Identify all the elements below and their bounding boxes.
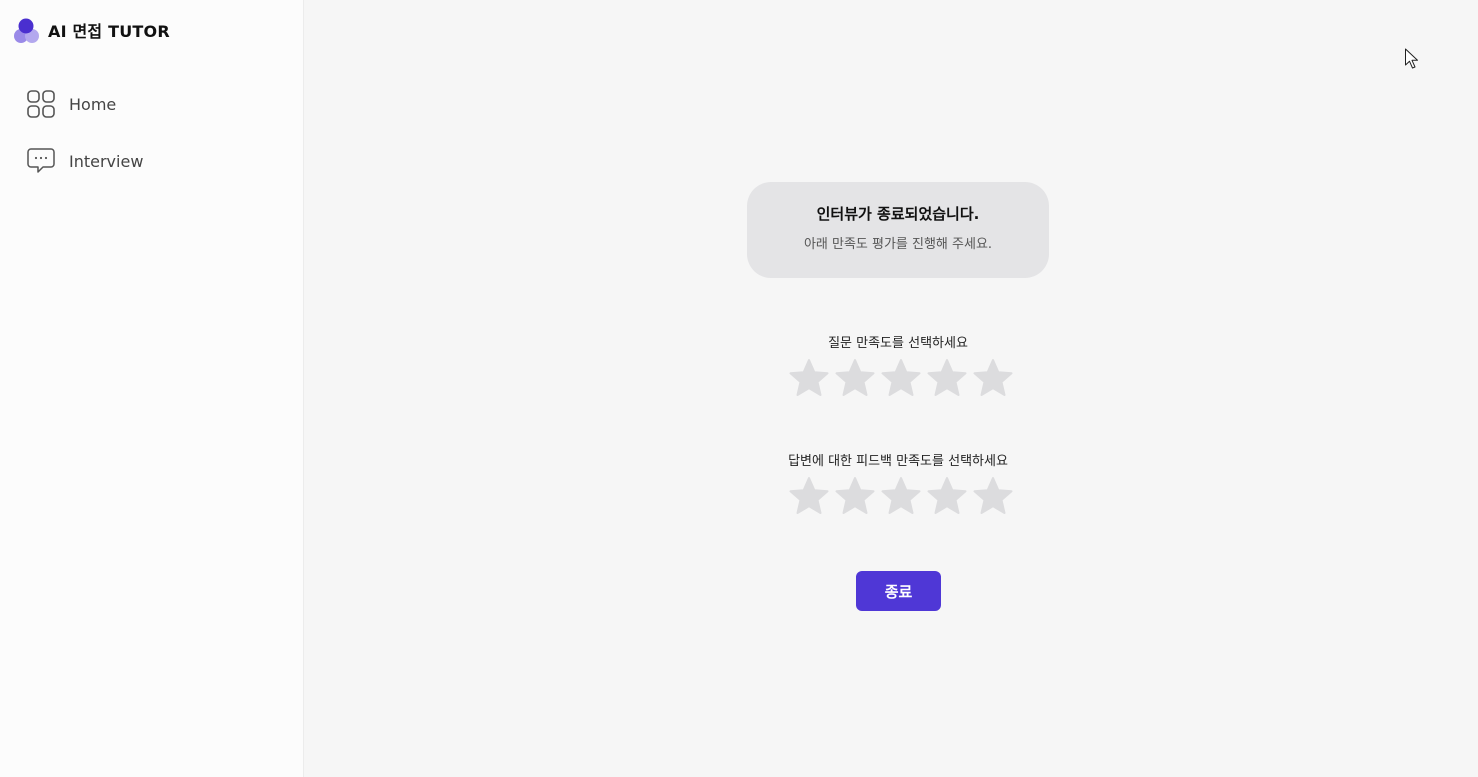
star-icon[interactable] bbox=[788, 358, 830, 398]
sidebar: AI 면접 TUTOR Home Interview bbox=[0, 0, 304, 777]
completion-card: 인터뷰가 종료되었습니다. 아래 만족도 평가를 진행해 주세요. bbox=[747, 182, 1049, 278]
logo-icon bbox=[14, 18, 39, 43]
app-window: AI 면접 TUTOR Home Interview 인터뷰가 종료되었습니다.… bbox=[0, 0, 1478, 777]
star-icon[interactable] bbox=[972, 358, 1014, 398]
star-icon[interactable] bbox=[834, 358, 876, 398]
question-rating-stars bbox=[788, 358, 1014, 398]
sidebar-item-label: Home bbox=[69, 94, 117, 114]
grid-icon bbox=[26, 89, 56, 119]
star-icon[interactable] bbox=[880, 358, 922, 398]
star-icon[interactable] bbox=[834, 476, 876, 516]
main-content: 인터뷰가 종료되었습니다. 아래 만족도 평가를 진행해 주세요. 질문 만족도… bbox=[305, 0, 1478, 777]
completion-title: 인터뷰가 종료되었습니다. bbox=[816, 205, 980, 223]
star-icon[interactable] bbox=[972, 476, 1014, 516]
star-icon[interactable] bbox=[788, 476, 830, 516]
question-rating-label: 질문 만족도를 선택하세요 bbox=[828, 336, 968, 351]
feedback-rating-label: 답변에 대한 피드백 만족도를 선택하세요 bbox=[788, 454, 1008, 469]
feedback-rating-stars bbox=[788, 476, 1014, 516]
sidebar-item-interview[interactable]: Interview bbox=[26, 146, 143, 176]
star-icon[interactable] bbox=[926, 358, 968, 398]
mouse-cursor-icon bbox=[1405, 48, 1418, 69]
chat-bubble-icon bbox=[26, 146, 56, 176]
brand[interactable]: AI 면접 TUTOR bbox=[12, 17, 170, 43]
brand-title: AI 면접 TUTOR bbox=[48, 22, 170, 41]
end-button[interactable]: 종료 bbox=[856, 571, 941, 611]
star-icon[interactable] bbox=[880, 476, 922, 516]
sidebar-item-label: Interview bbox=[69, 151, 144, 171]
sidebar-item-home[interactable]: Home bbox=[26, 89, 116, 119]
star-icon[interactable] bbox=[926, 476, 968, 516]
completion-subtitle: 아래 만족도 평가를 진행해 주세요. bbox=[803, 237, 993, 252]
